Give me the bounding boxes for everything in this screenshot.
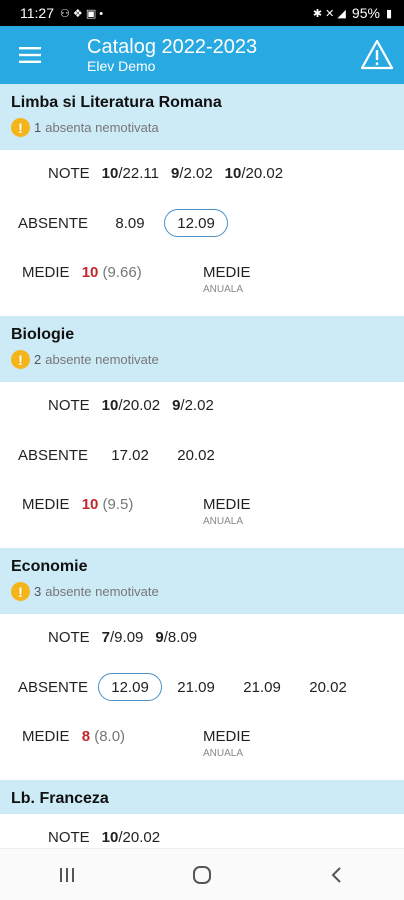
grades-row: NOTE 10/20.02 — [0, 814, 404, 848]
unexcused-count: 2 — [34, 352, 42, 367]
back-chevron-icon — [331, 866, 341, 883]
annual-label: ANUALA — [203, 516, 244, 527]
grades-row: NOTE 10/22.11 9/2.02 10/20.02 — [0, 150, 404, 196]
average-exact: (9.5) — [102, 496, 134, 513]
recent-apps-icon — [60, 867, 75, 882]
subject-name: Economie — [11, 558, 88, 575]
annual-label: ANUALA — [203, 748, 244, 759]
subject-header[interactable]: Biologie ! 2 absente nemotivate — [0, 316, 404, 382]
average-value: 10 — [81, 496, 99, 513]
warning-icon: ! — [11, 582, 30, 601]
warning-icon: ! — [11, 350, 30, 369]
absence-date[interactable]: 21.09 — [164, 673, 228, 701]
notification-icons: ⚇ ❖ ▣ • — [60, 7, 104, 20]
unexcused-absences: ! 3 absente nemotivate — [11, 582, 393, 601]
unexcused-label: absente nemotivate — [45, 584, 159, 599]
subject-name: Biologie — [11, 326, 75, 343]
absences-row: ABSENTE 12.09 21.09 21.09 20.02 — [0, 660, 404, 714]
grades-label: NOTE — [48, 396, 90, 414]
annual-label: ANUALA — [203, 284, 244, 295]
app-title: Catalog 2022-2023 — [87, 36, 258, 58]
grade[interactable]: 10/22.11 — [102, 165, 159, 182]
subject-header[interactable]: Limba si Literatura Romana ! 1 absenta n… — [0, 84, 404, 150]
absences-label: ABSENTE — [18, 678, 89, 696]
subject-header[interactable]: Economie ! 3 absente nemotivate — [0, 548, 404, 614]
hamburger-menu-icon — [19, 47, 41, 63]
grade[interactable]: 7/9.09 — [102, 629, 144, 646]
app-bar: Catalog 2022-2023 Elev Demo — [0, 26, 404, 84]
unexcused-absences: ! 2 absente nemotivate — [11, 350, 393, 369]
average-value: 8 — [81, 728, 91, 745]
home-icon — [192, 865, 211, 884]
absences-row: ABSENTE 8.09 12.09 — [0, 196, 404, 250]
grade[interactable]: 10/20.02 — [102, 829, 160, 846]
status-icons: ✱ ✕ ◢ — [312, 7, 346, 20]
catalog-list[interactable]: Limba si Literatura Romana ! 1 absenta n… — [0, 84, 404, 848]
grade[interactable]: 9/8.09 — [155, 629, 197, 646]
status-bar: 11:27 ⚇ ❖ ▣ • ✱ ✕ ◢ 95% ▮ — [0, 0, 404, 26]
unexcused-label: absenta nemotivata — [45, 120, 159, 135]
annual-average-label: MEDIE — [203, 728, 251, 745]
grades-label: NOTE — [48, 828, 90, 846]
subject-name: Lb. Franceza — [11, 790, 109, 807]
annual-average-label: MEDIE — [203, 264, 251, 281]
grade[interactable]: 9/2.02 — [171, 165, 213, 182]
absence-date-unexcused[interactable]: 12.09 — [164, 209, 229, 237]
absences-label: ABSENTE — [18, 446, 89, 464]
absence-date-unexcused[interactable]: 12.09 — [98, 673, 163, 701]
absence-date[interactable]: 21.09 — [230, 673, 294, 701]
grades-row: NOTE 10/20.02 9/2.02 — [0, 382, 404, 428]
battery-level: 95% — [351, 5, 380, 21]
absence-date[interactable]: 8.09 — [98, 209, 162, 237]
grade[interactable]: 9/2.02 — [172, 397, 214, 414]
grades-row: NOTE 7/9.09 9/8.09 — [0, 614, 404, 660]
back-button[interactable] — [307, 855, 367, 895]
grade[interactable]: 10/20.02 — [102, 397, 160, 414]
warning-button[interactable] — [360, 38, 394, 72]
warning-icon: ! — [11, 118, 30, 137]
system-navigation-bar — [0, 848, 404, 900]
average-label: MEDIE — [22, 264, 70, 281]
absence-date[interactable]: 17.02 — [98, 441, 162, 469]
recent-apps-button[interactable] — [37, 855, 97, 895]
unexcused-label: absente nemotivate — [45, 352, 159, 367]
unexcused-absences: ! 1 absenta nemotivata — [11, 118, 393, 137]
warning-triangle-icon — [360, 39, 394, 70]
average-row: MEDIE 8 (8.0) MEDIE ANUALA — [0, 714, 404, 780]
absences-label: ABSENTE — [18, 214, 89, 232]
average-row: MEDIE 10 (9.5) MEDIE ANUALA — [0, 482, 404, 548]
status-time: 11:27 — [20, 5, 54, 21]
absence-date[interactable]: 20.02 — [296, 673, 360, 701]
unexcused-count: 1 — [34, 120, 42, 135]
average-label: MEDIE — [22, 728, 70, 745]
subject-header[interactable]: Lb. Franceza — [0, 780, 404, 814]
average-label: MEDIE — [22, 496, 70, 513]
unexcused-count: 3 — [34, 584, 42, 599]
home-button[interactable] — [172, 855, 232, 895]
student-name: Elev Demo — [87, 58, 156, 74]
grades-label: NOTE — [48, 164, 90, 182]
battery-icon: ▮ — [385, 7, 392, 20]
average-exact: (8.0) — [94, 728, 126, 745]
average-value: 10 — [81, 264, 99, 281]
subject-name: Limba si Literatura Romana — [11, 94, 222, 111]
annual-average-label: MEDIE — [203, 496, 251, 513]
grade[interactable]: 10/20.02 — [225, 165, 283, 182]
absence-date[interactable]: 20.02 — [164, 441, 228, 469]
average-exact: (9.66) — [102, 264, 142, 281]
grades-label: NOTE — [48, 628, 90, 646]
absences-row: ABSENTE 17.02 20.02 — [0, 428, 404, 482]
average-row: MEDIE 10 (9.66) MEDIE ANUALA — [0, 250, 404, 316]
menu-button[interactable] — [0, 26, 60, 84]
